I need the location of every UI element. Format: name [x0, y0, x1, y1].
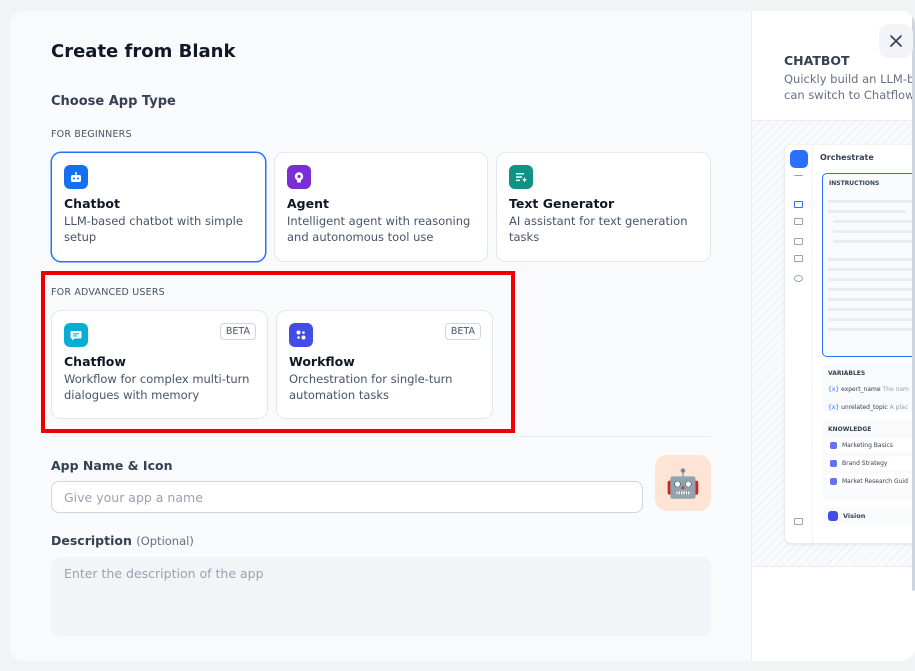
preview-title: CHATBOT — [784, 53, 850, 68]
app-type-name: Agent — [287, 196, 329, 211]
mock-vision: Vision — [822, 507, 915, 525]
mock-collapse-icon — [794, 518, 803, 525]
placeholder-line — [828, 298, 915, 301]
mock-variable-row: {x} expert_name The nam — [828, 386, 909, 393]
description-label: Description (Optional) — [51, 533, 194, 548]
preview-panel: CHATBOT Quickly build an LLM-b can switc… — [751, 11, 915, 661]
optional-label: (Optional) — [136, 534, 194, 548]
mock-header: Orchestrate — [820, 153, 874, 162]
placeholder-line — [828, 328, 915, 331]
app-type-agent[interactable]: Agent Intelligent agent with reasoning a… — [274, 152, 488, 262]
app-type-desc: Intelligent agent with reasoning and aut… — [287, 214, 471, 244]
placeholder-line — [833, 230, 915, 233]
description-label-text: Description — [51, 533, 132, 548]
mock-settings-icon — [794, 275, 803, 282]
app-type-desc: AI assistant for text generation tasks — [509, 214, 688, 244]
mock-sidebar — [785, 145, 813, 543]
app-type-name: Chatbot — [64, 196, 120, 211]
create-app-modal: Create from Blank Choose App Type FOR BE… — [10, 11, 915, 661]
mock-variable-name: unrelated_topic — [841, 404, 888, 411]
close-icon — [890, 35, 902, 47]
placeholder-line — [828, 210, 906, 213]
placeholder-line — [828, 278, 915, 281]
app-name-label: App Name & Icon — [51, 458, 173, 473]
mock-logo-icon — [790, 150, 808, 168]
app-type-name: Text Generator — [509, 196, 615, 211]
placeholder-line — [833, 220, 915, 223]
preview-description: Quickly build an LLM-b can switch to Cha… — [784, 72, 915, 103]
agent-icon — [287, 165, 311, 189]
mock-variables-label: VARIABLES — [828, 370, 866, 377]
mock-knowledge-item: Market Research Guid — [826, 474, 915, 488]
mock-vision-label: Vision — [843, 512, 866, 520]
mock-variable-name: expert_name — [841, 386, 881, 393]
app-type-chatbot[interactable]: Chatbot LLM-based chatbot with simple se… — [51, 152, 266, 262]
mock-knowledge-label: KNOWLEDGE — [828, 426, 872, 433]
mock-refresh-icon — [794, 255, 803, 262]
robot-icon: 🤖 — [665, 466, 701, 500]
app-type-desc: LLM-based chatbot with simple setup — [64, 214, 243, 244]
mock-image-icon — [794, 218, 803, 225]
placeholder-line — [828, 268, 915, 271]
placeholder-line — [828, 258, 915, 261]
placeholder-line — [833, 240, 915, 243]
preview-desc-line: Quickly build an LLM-b — [784, 72, 915, 86]
text-generator-icon — [509, 165, 533, 189]
close-button[interactable] — [879, 24, 913, 58]
mock-variables: VARIABLES {x} expert_name The nam {x} un… — [822, 364, 915, 412]
chatbot-icon — [64, 165, 88, 189]
preview-desc-line: can switch to Chatflow — [784, 87, 915, 102]
preview-mockup: Orchestrate INSTRUCTIONS VARIABLES {x} e… — [785, 145, 915, 543]
mock-knowledge-name: Marketing Basics — [842, 441, 893, 449]
placeholder-line — [828, 200, 915, 203]
app-type-text-generator[interactable]: Text Generator AI assistant for text gen… — [496, 152, 711, 262]
mock-knowledge-name: Brand Strategy — [842, 459, 888, 467]
divider — [51, 436, 711, 437]
description-textarea[interactable]: Enter the description of the app — [51, 557, 711, 636]
mock-arrows-icon — [794, 175, 803, 179]
mock-knowledge-name: Market Research Guid — [842, 477, 908, 485]
mock-variable-hint: A plac — [889, 404, 909, 411]
mock-variable-row: {x} unrelated_topic A plac — [828, 404, 909, 411]
app-name-input[interactable]: Give your app a name — [51, 481, 643, 513]
placeholder-line — [828, 288, 915, 291]
app-icon-picker[interactable]: 🤖 — [655, 455, 711, 511]
mock-orchestrate-icon — [794, 201, 803, 208]
mock-instructions-label: INSTRUCTIONS — [829, 180, 880, 187]
modal-title: Create from Blank — [51, 41, 236, 62]
mock-knowledge-item: Brand Strategy — [826, 456, 915, 470]
mock-knowledge-item: Marketing Basics — [826, 438, 915, 452]
eye-icon — [828, 511, 838, 521]
mock-knowledge: KNOWLEDGE Marketing Basics Brand Strateg… — [822, 420, 915, 500]
mock-doc-icon — [794, 238, 803, 245]
beginners-label: FOR BEGINNERS — [51, 129, 132, 140]
preview-image: Orchestrate INSTRUCTIONS VARIABLES {x} e… — [752, 120, 915, 567]
mock-instructions: INSTRUCTIONS — [822, 173, 915, 357]
mock-variable-hint: The nam — [882, 386, 909, 393]
highlight-box — [41, 271, 515, 433]
placeholder-line — [828, 318, 915, 321]
choose-app-type-label: Choose App Type — [51, 94, 176, 109]
create-app-form: Create from Blank Choose App Type FOR BE… — [10, 11, 751, 661]
placeholder-line — [828, 308, 915, 311]
